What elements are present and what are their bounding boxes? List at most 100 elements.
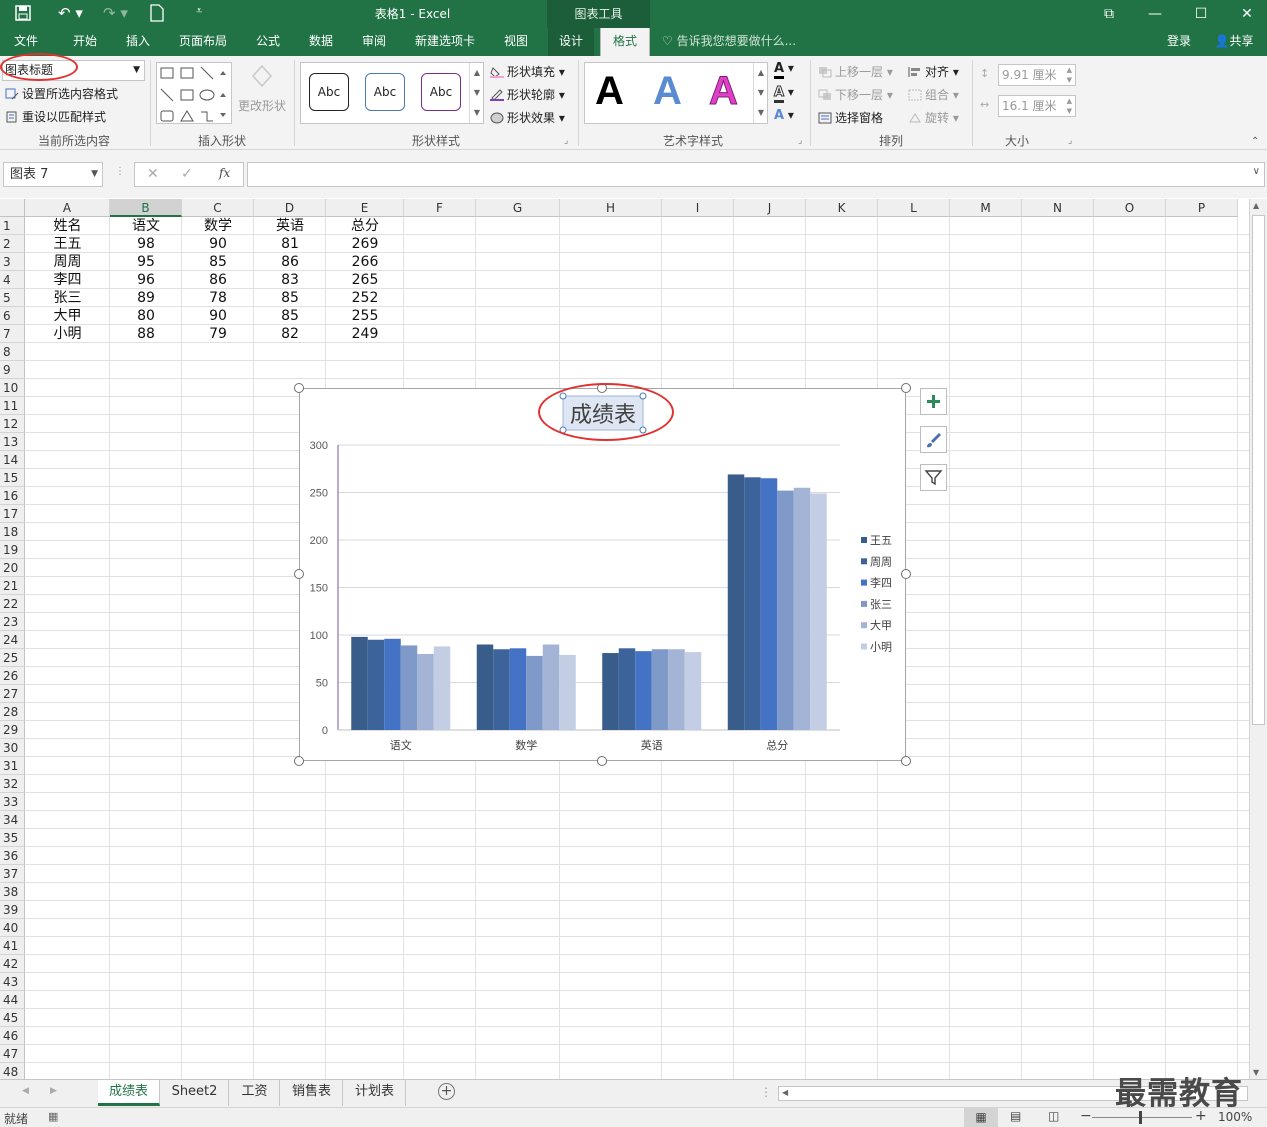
row-header-30[interactable]: 30: [0, 739, 25, 757]
y-tick-label[interactable]: 100: [310, 630, 328, 642]
row-header-27[interactable]: 27: [0, 685, 25, 703]
legend-swatch[interactable]: [861, 643, 867, 650]
tab-page-layout[interactable]: 页面布局: [170, 28, 236, 56]
table-cell[interactable]: 李四: [25, 271, 110, 289]
column-chart[interactable]: 050100150200250300语文 数学 英语 总分成绩表王五周周李四张三大甲小…: [300, 389, 905, 760]
table-cell[interactable]: 265: [326, 271, 404, 289]
table-cell[interactable]: 小明: [25, 325, 110, 343]
maximize-icon[interactable]: ☐: [1178, 0, 1224, 28]
row-header-26[interactable]: 26: [0, 667, 25, 685]
table-cell[interactable]: 79: [182, 325, 254, 343]
formula-splitter-icon[interactable]: ⋮: [115, 166, 125, 177]
row-header-21[interactable]: 21: [0, 577, 25, 595]
table-cell[interactable]: 85: [182, 253, 254, 271]
column-header-c[interactable]: C: [182, 199, 254, 217]
y-tick-label[interactable]: 50: [316, 678, 328, 690]
row-header-32[interactable]: 32: [0, 775, 25, 793]
bar-李四-数学[interactable]: [509, 648, 527, 730]
height-input[interactable]: 9.91 厘米 ▲ ▼: [998, 64, 1076, 86]
x-tick-label[interactable]: 英语: [641, 738, 663, 752]
table-cell[interactable]: 王五: [25, 235, 110, 253]
name-box-arrow-icon[interactable]: ▼: [91, 163, 98, 186]
column-header-i[interactable]: I: [662, 199, 734, 217]
row-header-8[interactable]: 8: [0, 343, 25, 361]
scroll-left-icon[interactable]: ◀: [782, 1088, 788, 1097]
row-header-28[interactable]: 28: [0, 703, 25, 721]
row-header-23[interactable]: 23: [0, 613, 25, 631]
table-cell[interactable]: 大甲: [25, 307, 110, 325]
header-cell[interactable]: 数学: [182, 217, 254, 235]
bar-大甲-英语[interactable]: [668, 649, 685, 730]
table-cell[interactable]: 252: [326, 289, 404, 307]
row-header-20[interactable]: 20: [0, 559, 25, 577]
y-tick-label[interactable]: 150: [310, 583, 328, 595]
legend-entry-周周[interactable]: 周周: [870, 555, 892, 568]
column-header-l[interactable]: L: [878, 199, 950, 217]
bar-张三-语文[interactable]: [400, 645, 418, 730]
bar-大甲-语文[interactable]: [417, 654, 434, 730]
table-cell[interactable]: 90: [182, 307, 254, 325]
select-all-corner[interactable]: [0, 199, 25, 217]
resize-handle-tr[interactable]: [901, 383, 911, 393]
bar-大甲-数学[interactable]: [542, 644, 560, 731]
macro-record-icon[interactable]: ▦: [48, 1110, 58, 1123]
column-header-d[interactable]: D: [254, 199, 326, 217]
legend-swatch[interactable]: [861, 558, 867, 565]
x-tick-label[interactable]: 总分: [766, 738, 788, 752]
shape-style-2[interactable]: Abc: [365, 73, 405, 111]
tab-formulas[interactable]: 公式: [246, 28, 290, 56]
tab-review[interactable]: 审阅: [352, 28, 396, 56]
bar-周周-语文[interactable]: [367, 639, 385, 730]
width-spin-icon[interactable]: ▲ ▼: [1067, 96, 1072, 116]
row-header-41[interactable]: 41: [0, 937, 25, 955]
column-header-m[interactable]: M: [950, 199, 1022, 217]
resize-handle-tl[interactable]: [294, 383, 304, 393]
legend-entry-大甲[interactable]: 大甲: [870, 618, 892, 632]
row-header-37[interactable]: 37: [0, 865, 25, 883]
resize-handle-bl[interactable]: [294, 756, 304, 766]
chart-filters-button[interactable]: [920, 464, 947, 491]
row-header-14[interactable]: 14: [0, 451, 25, 469]
height-spin-icon[interactable]: ▲ ▼: [1067, 65, 1072, 85]
row-header-3[interactable]: 3: [0, 253, 25, 271]
table-cell[interactable]: 83: [254, 271, 326, 289]
shape-outline-button[interactable]: 形状轮廓 ▾: [490, 86, 565, 103]
bar-周周-总分[interactable]: [744, 477, 761, 730]
row-header-13[interactable]: 13: [0, 433, 25, 451]
bar-小明-数学[interactable]: [559, 654, 576, 730]
normal-view-icon[interactable]: ▦: [964, 1108, 998, 1127]
row-header-16[interactable]: 16: [0, 487, 25, 505]
legend-entry-小明[interactable]: 小明: [870, 641, 892, 654]
tab-new[interactable]: 新建选项卡: [405, 28, 485, 56]
column-header-g[interactable]: G: [476, 199, 560, 217]
bar-周周-英语[interactable]: [618, 648, 636, 730]
wordart-style-blue[interactable]: A: [653, 69, 682, 114]
tab-splitter-icon[interactable]: ⋮: [760, 1085, 772, 1099]
legend-swatch[interactable]: [861, 600, 867, 607]
row-header-11[interactable]: 11: [0, 397, 25, 415]
resize-handle-br[interactable]: [901, 756, 911, 766]
legend-entry-张三[interactable]: 张三: [870, 598, 892, 611]
sheet-tab-salary[interactable]: 工资: [230, 1080, 280, 1106]
table-cell[interactable]: 周周: [25, 253, 110, 271]
bar-小明-英语[interactable]: [684, 652, 702, 730]
close-icon[interactable]: ✕: [1224, 0, 1267, 28]
row-header-36[interactable]: 36: [0, 847, 25, 865]
bar-李四-英语[interactable]: [635, 651, 652, 730]
row-header-24[interactable]: 24: [0, 631, 25, 649]
row-header-9[interactable]: 9: [0, 361, 25, 379]
shape-fill-button[interactable]: 形状填充 ▾: [490, 63, 565, 80]
y-tick-label[interactable]: 300: [310, 440, 328, 452]
table-cell[interactable]: 86: [182, 271, 254, 289]
reset-style-button[interactable]: 重设以匹配样式: [5, 108, 106, 125]
scroll-thumb[interactable]: [1252, 215, 1265, 725]
column-header-o[interactable]: O: [1094, 199, 1166, 217]
row-header-34[interactable]: 34: [0, 811, 25, 829]
row-header-29[interactable]: 29: [0, 721, 25, 739]
row-header-10[interactable]: 10: [0, 379, 25, 397]
y-tick-label[interactable]: 200: [310, 535, 328, 547]
shape-style-3[interactable]: Abc: [421, 73, 461, 111]
name-box[interactable]: 图表 7 ▼: [3, 162, 103, 187]
text-fill-icon[interactable]: A ▾: [774, 61, 794, 79]
row-header-46[interactable]: 46: [0, 1027, 25, 1045]
